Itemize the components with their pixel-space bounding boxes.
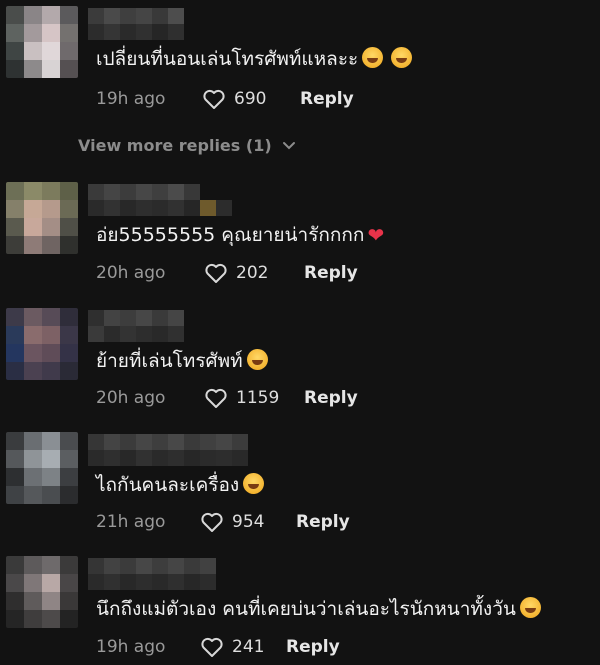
comment-text-body: ไถกันคนละเครื่อง [96,474,240,496]
username-redacted[interactable] [88,558,216,590]
timestamp: 19h ago [96,89,166,109]
comment-meta: 21h ago 954 Reply [96,511,350,533]
comment-text-body: นึกถึงแม่ตัวเอง คนที่เคยบ่นว่าเล่นอะไรนั… [96,598,516,620]
comment-text: นึกถึงแม่ตัวเอง คนที่เคยบ่นว่าเล่นอะไรนั… [96,596,541,622]
heart-with-ribbon-icon: ❤ [367,223,385,247]
avatar[interactable] [6,432,78,504]
heart-icon [205,388,227,408]
like-button[interactable]: 241 [200,636,286,658]
heart-icon [203,89,225,109]
like-count: 954 [232,512,265,532]
comment-text-body: เปลี่ยนที่นอนเล่นโทรศัพท์แหละะ [96,48,359,70]
reply-button[interactable]: Reply [296,512,350,532]
like-button[interactable]: 690 [202,88,300,110]
view-more-replies-button[interactable]: View more replies (1) [78,136,296,155]
like-count: 241 [232,637,265,657]
like-count: 690 [234,89,267,109]
comment-meta: 19h ago 690 Reply [96,88,354,110]
comment-text: ไถกันคนละเครื่อง [96,472,265,498]
reply-button[interactable]: Reply [304,388,358,408]
like-button[interactable]: 1159 [204,387,304,409]
face-with-tears-of-joy-icon [362,47,384,68]
heart-icon [205,263,227,283]
timestamp: 20h ago [96,388,166,408]
face-with-tears-of-joy-icon [391,47,413,68]
grinning-face-with-sweat-icon [246,349,268,370]
like-count: 202 [236,263,269,283]
comment-meta: 20h ago 1159 Reply [96,387,358,409]
heart-icon [201,512,223,532]
avatar[interactable] [6,6,78,78]
timestamp: 19h ago [96,637,166,657]
comment-meta: 19h ago 241 Reply [96,636,340,658]
avatar[interactable] [6,556,78,628]
username-redacted[interactable] [88,184,232,216]
face-with-tears-of-joy-icon [519,597,541,618]
timestamp: 21h ago [96,512,166,532]
comment-text: ย้ายที่เล่นโทรศัพท์ [96,348,268,374]
heart-icon [201,637,223,657]
username-redacted[interactable] [88,310,184,342]
like-button[interactable]: 202 [204,262,304,284]
comment-text: อ่ย55555555 คุณยายน่ารักกกก ❤ [96,222,384,248]
like-count: 1159 [236,388,280,408]
grinning-face-with-sweat-icon [243,473,265,494]
comment-text-body: ย้ายที่เล่นโทรศัพท์ [96,350,243,372]
like-button[interactable]: 954 [200,511,296,533]
comment-text-body: อ่ย55555555 คุณยายน่ารักกกก [96,224,365,246]
avatar[interactable] [6,308,78,380]
comment-text: เปลี่ยนที่นอนเล่นโทรศัพท์แหละะ [96,46,413,72]
reply-button[interactable]: Reply [286,637,340,657]
chevron-down-icon [282,141,295,149]
reply-button[interactable]: Reply [304,263,358,283]
avatar[interactable] [6,182,78,254]
timestamp: 20h ago [96,263,166,283]
reply-button[interactable]: Reply [300,89,354,109]
username-redacted[interactable] [88,8,184,40]
username-redacted[interactable] [88,434,248,466]
comment-meta: 20h ago 202 Reply [96,262,358,284]
view-more-replies-label: View more replies (1) [78,136,272,155]
